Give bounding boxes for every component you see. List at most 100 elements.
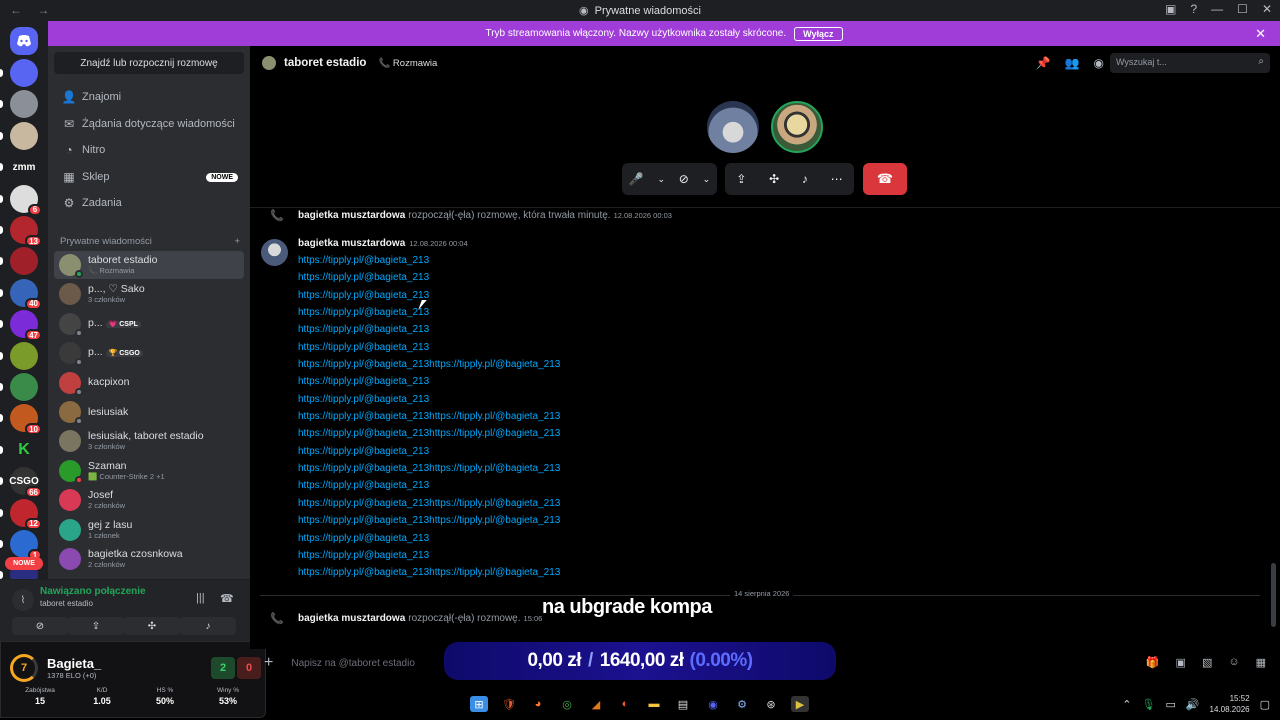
dm-item[interactable]: p..., ♡ Sako 3 członków [54, 280, 244, 308]
dm-item[interactable]: gej z lasu 1 członek [54, 516, 244, 544]
screen-share-button[interactable]: ⇪ [68, 617, 124, 635]
server-icon[interactable]: K [10, 435, 38, 464]
noise-suppression-icon[interactable]: ||| [196, 592, 205, 604]
signal-icon[interactable]: ⌇ [12, 589, 34, 611]
minimize-icon[interactable]: — [1211, 2, 1223, 16]
server-icon[interactable]: zmm [10, 153, 38, 182]
folder-icon[interactable]: ▬ [645, 696, 663, 712]
chat-title[interactable]: taboret estadio [284, 57, 366, 69]
network-icon[interactable]: ▭ [1165, 698, 1175, 711]
server-icon[interactable] [10, 121, 38, 150]
nav-friends[interactable]: 👤 Znajomi [54, 85, 244, 109]
obs-icon[interactable]: ▶ [791, 696, 809, 712]
notification-icon[interactable]: ▢ [1260, 698, 1270, 711]
dm-item[interactable]: lesiusiak, taboret estadio 3 członków [54, 427, 244, 455]
message-link[interactable]: https://tipply.pl/@bagieta_213https://ti… [298, 564, 798, 581]
close-icon[interactable]: ✕ [1255, 26, 1266, 42]
gif-icon[interactable]: ▣ [1176, 656, 1186, 669]
server-icon[interactable]: 13 [10, 216, 42, 247]
server-icon[interactable]: 1 [10, 530, 42, 561]
chrome-icon[interactable]: ◎ [558, 696, 576, 712]
add-attachment-icon[interactable]: + [264, 654, 273, 672]
server-icon[interactable]: 12 [10, 498, 42, 530]
apps-icon[interactable]: ▦ [1256, 656, 1266, 669]
discord-home-icon[interactable] [10, 27, 38, 55]
server-icon[interactable] [10, 341, 38, 370]
soundboard-button[interactable]: ♪ [180, 617, 236, 635]
server-icon[interactable]: 6 [10, 184, 42, 216]
message-link[interactable]: https://tipply.pl/@bagieta_213 [298, 304, 798, 321]
sticker-icon[interactable]: ▧ [1202, 656, 1212, 669]
scrollbar[interactable] [1271, 563, 1276, 627]
back-forward-icon[interactable]: ← → [10, 3, 55, 17]
server-icon[interactable] [10, 373, 38, 401]
author[interactable]: bagietka musztardowa [298, 613, 405, 624]
help-icon[interactable]: ? [1190, 2, 1197, 16]
server-icon[interactable]: 10 [10, 404, 42, 436]
author[interactable]: bagietka musztardowa [298, 238, 405, 249]
screen-share-icon[interactable]: ⇪ [736, 172, 746, 186]
clock[interactable]: 15:52 14.08.2026 [1210, 693, 1250, 715]
brave-icon[interactable]: 🛡 [500, 696, 518, 712]
add-friends-icon[interactable]: 👥 [1065, 56, 1080, 70]
dm-item[interactable]: bagietka czosnkowa 2 członków [54, 545, 244, 573]
message-link[interactable]: https://tipply.pl/@bagieta_213 [298, 252, 798, 269]
camera-off-icon[interactable]: ⊘ [679, 172, 689, 186]
message-link[interactable]: https://tipply.pl/@bagieta_213https://ti… [298, 408, 798, 425]
message-link[interactable]: https://tipply.pl/@bagieta_213 [298, 547, 798, 564]
message-link[interactable]: https://tipply.pl/@bagieta_213 [298, 477, 798, 494]
message-link[interactable]: https://tipply.pl/@bagieta_213https://ti… [298, 495, 798, 512]
message-link[interactable]: https://tipply.pl/@bagieta_213https://ti… [298, 512, 798, 529]
dm-item[interactable]: lesiusiak [54, 398, 244, 426]
microphone-icon[interactable]: 🎙 [1141, 698, 1155, 711]
message-link[interactable]: https://tipply.pl/@bagieta_213 [298, 287, 798, 304]
nav-message-requests[interactable]: ✉ Żądania dotyczące wiadomości [54, 112, 244, 136]
dm-item[interactable]: p... 🏆 CSGO [54, 339, 244, 367]
message-link[interactable]: https://tipply.pl/@bagieta_213 [298, 443, 798, 460]
message-link[interactable]: https://tipply.pl/@bagieta_213 [298, 321, 798, 338]
chevron-down-icon[interactable]: ⌄ [658, 174, 666, 185]
app-icon[interactable]: ⊛ [762, 696, 780, 712]
app-icon[interactable]: ◐ [616, 696, 634, 712]
camera-off-button[interactable]: ⊘ [12, 617, 68, 635]
message-link[interactable]: https://tipply.pl/@bagieta_213 [298, 339, 798, 356]
gift-icon[interactable]: 🎁 [1146, 656, 1160, 669]
activities-button[interactable]: ✣ [124, 617, 180, 635]
hang-up-button[interactable]: ☎ [863, 163, 907, 195]
author[interactable]: bagietka musztardowa [298, 210, 405, 221]
steam-icon[interactable]: ⚙ [733, 696, 751, 712]
dm-item[interactable]: taboret estadio 📞 Rozmawia [54, 251, 244, 279]
new-servers-badge[interactable]: NOWE [5, 557, 43, 570]
server-icon[interactable] [10, 59, 38, 87]
message-link[interactable]: https://tipply.pl/@bagieta_213 [298, 269, 798, 286]
message-link[interactable]: https://tipply.pl/@bagieta_213https://ti… [298, 460, 798, 477]
activities-icon[interactable]: ✣ [769, 172, 779, 186]
start-icon[interactable]: ⊞ [470, 696, 488, 712]
avatar[interactable] [261, 239, 288, 266]
nav-shop[interactable]: ▦ Sklep NOWE [54, 165, 244, 189]
dm-item[interactable]: Josef 2 członków [54, 486, 244, 514]
call-participant-avatar[interactable] [771, 101, 823, 153]
soundboard-icon[interactable]: ♪ [802, 172, 808, 186]
maximize-icon[interactable]: ☐ [1237, 2, 1248, 16]
message-link[interactable]: https://tipply.pl/@bagieta_213https://ti… [298, 425, 798, 442]
message-link[interactable]: https://tipply.pl/@bagieta_213 [298, 391, 798, 408]
message-link[interactable]: https://tipply.pl/@bagieta_213https://ti… [298, 356, 798, 373]
search-input[interactable]: Wyszukaj t... ⌕ [1110, 53, 1270, 73]
nav-nitro[interactable]: ◔ Nitro [54, 138, 244, 162]
message-link[interactable]: https://tipply.pl/@bagieta_213 [298, 530, 798, 547]
message-link[interactable]: https://tipply.pl/@bagieta_213 [298, 373, 798, 390]
dm-item[interactable]: p... 💗 CSPL [54, 310, 244, 338]
dm-item[interactable]: kacpixon [54, 369, 244, 397]
server-icon[interactable]: 47 [10, 310, 42, 342]
create-dm-icon[interactable]: + [234, 236, 240, 247]
server-icon[interactable]: CSGO 66 [9, 467, 42, 499]
find-conversation-button[interactable]: Znajdź lub rozpocznij rozmowę [54, 52, 244, 74]
app-icon[interactable]: ◢ [587, 696, 605, 712]
microphone-icon[interactable]: 🎤 [629, 172, 644, 186]
disconnect-icon[interactable]: ☎ [220, 592, 234, 605]
avatar[interactable] [262, 56, 276, 70]
dm-item[interactable]: Szaman 🟩 Counter-Strike 2 +1 [54, 457, 244, 485]
chevron-up-icon[interactable]: ⌃ [1122, 698, 1131, 711]
profile-icon[interactable]: ◉ [1094, 56, 1104, 70]
